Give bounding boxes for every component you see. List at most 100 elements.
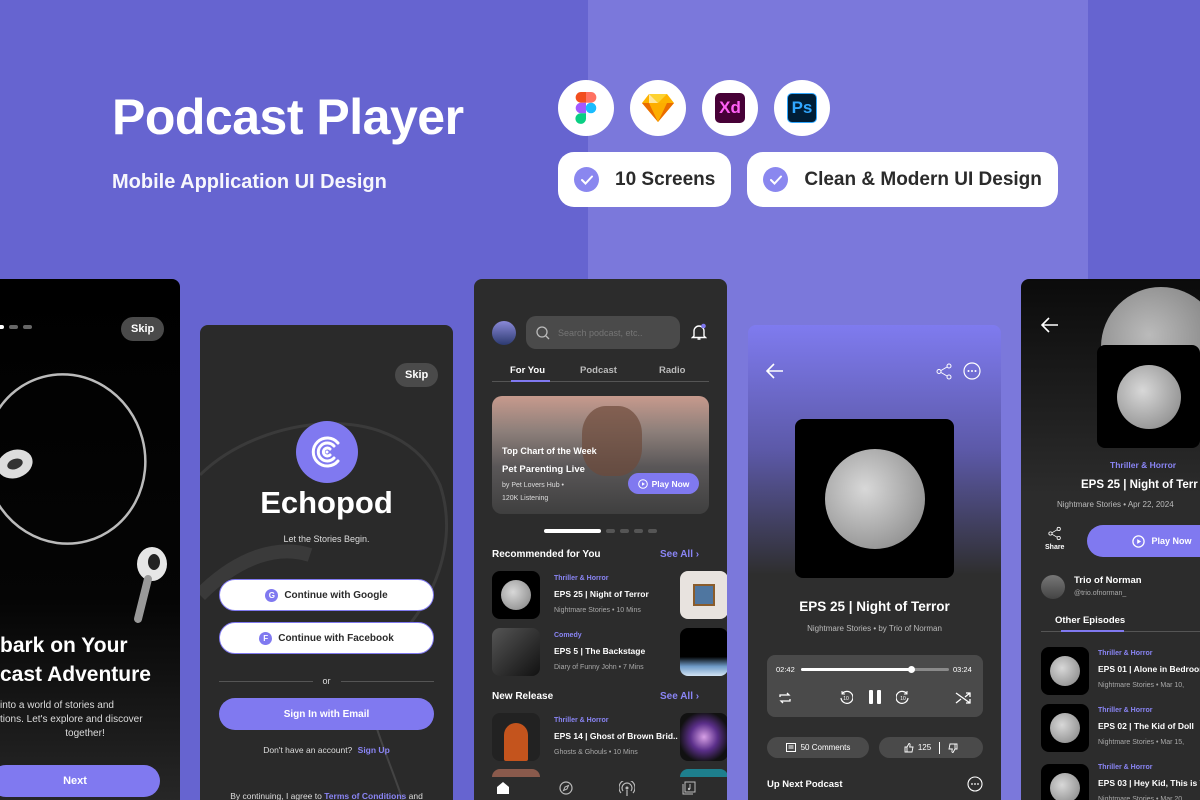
- repeat-icon[interactable]: [778, 691, 792, 705]
- onboarding-body: into a world of stories and tions. Let's…: [0, 700, 143, 739]
- terms-link[interactable]: Terms of Conditions: [324, 791, 406, 800]
- list-item[interactable]: Thriller & Horror EPS 14 | Ghost of Brow…: [492, 713, 678, 761]
- more-options-icon[interactable]: [963, 362, 981, 380]
- recommended-heading: Recommended for You: [492, 549, 601, 560]
- up-next-more-icon[interactable]: [967, 776, 983, 792]
- plasma-thumbnail[interactable]: [680, 713, 727, 761]
- ghost-image: [504, 723, 528, 761]
- radio-icon[interactable]: [619, 781, 635, 797]
- tab-radio[interactable]: Radio: [659, 365, 685, 376]
- google-icon: G: [265, 588, 279, 602]
- like-button[interactable]: 125: [904, 742, 931, 753]
- divider-line: [340, 680, 435, 682]
- comment-icon: [785, 743, 796, 752]
- search-bar[interactable]: [526, 316, 680, 349]
- recommended-see-all[interactable]: See All ›: [660, 549, 699, 560]
- list-item[interactable]: Thriller & Horror EPS 02 | The Kid of Do…: [1041, 704, 1194, 752]
- banner-title: Pet Parenting Live: [502, 464, 585, 475]
- sign-up-link[interactable]: Sign Up: [358, 745, 390, 755]
- episode-thumbnail: [492, 713, 540, 761]
- earth-thumbnail[interactable]: [680, 628, 727, 676]
- author-handle: @trio.ofnorman_: [1074, 590, 1127, 597]
- search-icon: [536, 325, 550, 339]
- episode-category: Thriller & Horror: [1110, 460, 1177, 470]
- home-icon[interactable]: [496, 781, 510, 795]
- divider: or: [219, 676, 435, 686]
- list-item[interactable]: Thriller & Horror EPS 03 | Hey Kid, This…: [1041, 764, 1200, 800]
- login-screen: Skip Echopod Let the Stories Begin. G Co…: [200, 325, 453, 800]
- tab-other-episodes[interactable]: Other Episodes: [1055, 615, 1125, 626]
- next-button[interactable]: Next: [0, 765, 160, 797]
- page-dot-active: [0, 325, 4, 329]
- banner-listening: 120K Listening: [502, 495, 549, 502]
- feature-screens: 10 Screens: [558, 152, 732, 207]
- pause-icon[interactable]: [868, 689, 882, 705]
- onboarding-headline: bark on Your cast Adventure: [0, 634, 151, 686]
- new-release-see-all[interactable]: See All ›: [660, 691, 699, 702]
- cover-art: [795, 419, 954, 578]
- elapsed-time: 02:42: [776, 665, 795, 674]
- list-item[interactable]: Thriller & Horror EPS 01 | Alone in Bedr…: [1041, 647, 1200, 695]
- chevron-right-icon: ›: [695, 549, 700, 560]
- play-now-button[interactable]: Play Now: [1087, 525, 1200, 557]
- featured-banner[interactable]: Top Chart of the Week Pet Parenting Live…: [492, 396, 709, 514]
- episode-meta: Nightmare Stories • by Trio of Norman: [807, 624, 942, 633]
- episode-detail-screen: Thriller & Horror EPS 25 | Night of Terr…: [1021, 279, 1200, 800]
- google-button[interactable]: G Continue with Google: [219, 579, 434, 611]
- author-avatar[interactable]: [1041, 575, 1065, 599]
- shuffle-icon[interactable]: [955, 690, 971, 706]
- share-icon[interactable]: [936, 363, 953, 380]
- moon-image: [1050, 713, 1080, 743]
- facebook-button[interactable]: F Continue with Facebook: [219, 622, 434, 654]
- echo-logo-icon: [311, 436, 340, 468]
- tool-photoshop: Ps: [774, 80, 830, 136]
- tab-podcast[interactable]: Podcast: [580, 365, 617, 376]
- play-circle-icon: [1132, 534, 1146, 548]
- check-icon: [574, 167, 599, 192]
- or-label: or: [322, 676, 331, 686]
- search-input[interactable]: [558, 327, 668, 338]
- tab-active-indicator: [511, 380, 550, 382]
- notification-button[interactable]: [690, 323, 708, 341]
- carousel-indicator: [544, 529, 657, 533]
- total-time: 03:24: [953, 665, 972, 674]
- cover-art: [1097, 345, 1200, 448]
- banner-play-button[interactable]: Play Now: [628, 473, 699, 494]
- share-icon: [1048, 526, 1061, 541]
- painting-frame: [693, 584, 715, 606]
- feature-label: Clean & Modern UI Design: [804, 168, 1042, 190]
- episode-thumbnail: [492, 628, 540, 676]
- tool-figma: [558, 80, 614, 136]
- email-signin-button[interactable]: Sign In with Email: [219, 698, 434, 730]
- comments-button[interactable]: 50 Comments: [767, 737, 869, 758]
- carousel-dot: [620, 529, 629, 533]
- svg-text:10: 10: [900, 696, 906, 702]
- skip-button[interactable]: Skip: [121, 317, 165, 341]
- list-item[interactable]: Comedy EPS 5 | The Backstage Diary of Fu…: [492, 628, 645, 676]
- progress-knob[interactable]: [907, 666, 915, 673]
- tab-active-indicator: [1061, 630, 1124, 632]
- chevron-right-icon: ›: [695, 691, 700, 702]
- list-item[interactable]: Thriller & Horror EPS 25 | Night of Terr…: [492, 571, 649, 619]
- partial-thumbnail: [680, 769, 727, 777]
- page-dot: [23, 325, 32, 329]
- thumbs-down-icon[interactable]: [948, 743, 958, 753]
- back-arrow-icon[interactable]: [1041, 317, 1059, 333]
- moon-image: [1116, 364, 1181, 429]
- forward-10-icon[interactable]: 10: [896, 690, 910, 704]
- library-icon[interactable]: [682, 781, 696, 795]
- tool-badges: Xd Ps: [558, 80, 830, 136]
- share-button[interactable]: Share: [1045, 526, 1064, 551]
- rewind-10-icon[interactable]: 10: [839, 690, 853, 704]
- avatar[interactable]: [492, 321, 516, 345]
- earbuds-illustration: [0, 373, 167, 623]
- painting-thumbnail[interactable]: [680, 571, 727, 619]
- back-arrow-icon[interactable]: [766, 363, 784, 379]
- page-indicator: [0, 325, 32, 329]
- progress-slider[interactable]: [801, 666, 949, 673]
- author-name[interactable]: Trio of Norman: [1074, 575, 1142, 586]
- skip-button[interactable]: Skip: [395, 363, 439, 387]
- terms-text: By continuing, I agree to Terms of Condi…: [230, 791, 423, 800]
- tab-for-you[interactable]: For You: [510, 365, 545, 376]
- compass-icon[interactable]: [559, 781, 573, 795]
